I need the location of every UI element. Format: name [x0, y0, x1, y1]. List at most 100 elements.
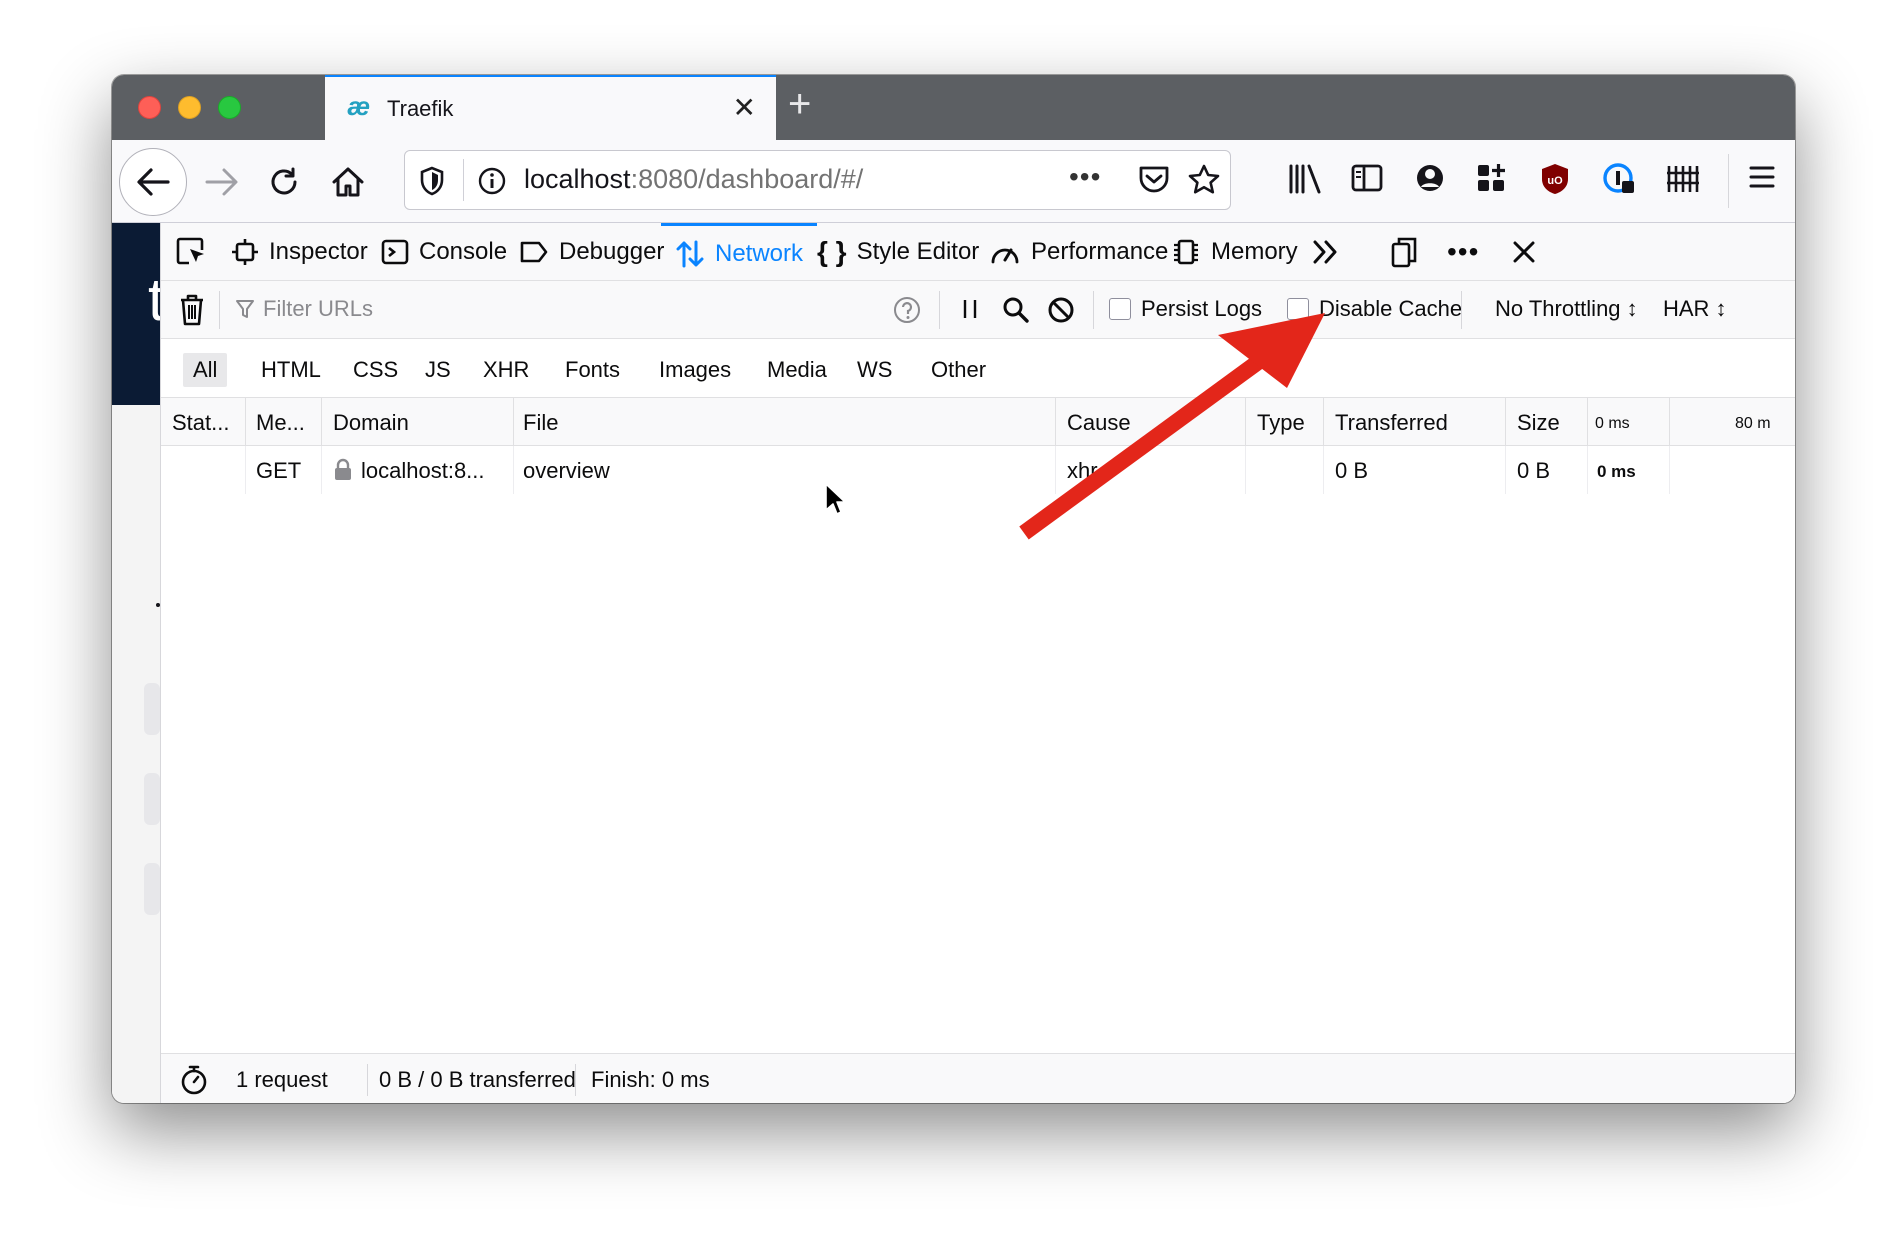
- tab-console-label: Console: [419, 238, 508, 265]
- throttling-select[interactable]: No Throttling ↕: [1495, 296, 1638, 322]
- help-icon[interactable]: [893, 296, 921, 324]
- filter-urls-input[interactable]: Filter URLs: [235, 296, 373, 322]
- tab-inspector[interactable]: Inspector: [231, 223, 368, 281]
- hamburger-menu-icon[interactable]: [1747, 162, 1777, 192]
- page-card: [144, 863, 160, 915]
- element-picker-button[interactable]: [175, 223, 209, 281]
- url-text[interactable]: localhost:8080/dashboard/#/: [524, 164, 863, 195]
- url-host: localhost: [524, 164, 631, 194]
- container-tabs-icon[interactable]: [1665, 162, 1701, 194]
- more-tools-button[interactable]: [1311, 223, 1341, 281]
- toolbar-separator: [1728, 154, 1729, 208]
- devtools-options-button[interactable]: •••: [1447, 223, 1479, 281]
- column-cause[interactable]: Cause: [1067, 410, 1131, 436]
- disable-cache-checkbox[interactable]: Disable Cache: [1287, 296, 1462, 322]
- pause-icon[interactable]: [959, 297, 981, 321]
- table-row[interactable]: GET localhost:8... overview xhr 0 B 0 B …: [161, 446, 1795, 494]
- filter-ws[interactable]: WS: [847, 353, 902, 387]
- clear-trash-icon[interactable]: [179, 294, 205, 326]
- onepassword-icon[interactable]: [1602, 162, 1636, 196]
- filter-js[interactable]: JS: [415, 353, 461, 387]
- dock-side-icon: [1391, 237, 1417, 268]
- tab-network[interactable]: Network: [661, 223, 818, 281]
- column-method[interactable]: Me...: [256, 410, 305, 436]
- tab-style-editor[interactable]: { } Style Editor: [817, 223, 979, 281]
- forward-button[interactable]: [202, 164, 242, 200]
- url-bar[interactable]: localhost:8080/dashboard/#/ •••: [404, 150, 1231, 210]
- column-divider[interactable]: [1587, 398, 1588, 446]
- column-domain[interactable]: Domain: [333, 410, 409, 436]
- persist-logs-label: Persist Logs: [1141, 296, 1263, 321]
- persist-logs-checkbox[interactable]: Persist Logs: [1109, 296, 1262, 322]
- tab-traefik[interactable]: æ Traefik ✕: [325, 75, 776, 140]
- column-divider[interactable]: [1055, 398, 1056, 446]
- filter-media[interactable]: Media: [757, 353, 837, 387]
- network-icon: [676, 240, 704, 267]
- page-actions-more-icon[interactable]: •••: [1069, 161, 1101, 193]
- filter-css[interactable]: CSS: [343, 353, 408, 387]
- column-divider[interactable]: [1505, 398, 1506, 446]
- tracking-protection-shield-icon[interactable]: [419, 166, 445, 196]
- column-divider[interactable]: [1245, 398, 1246, 446]
- tab-close-icon[interactable]: ✕: [733, 91, 756, 124]
- inspector-icon: [232, 239, 258, 265]
- reload-button[interactable]: [264, 162, 304, 202]
- filter-html[interactable]: HTML: [251, 353, 331, 387]
- browser-window: æ Traefik ✕ + localhost:8080/dashboard/#…: [112, 75, 1795, 1103]
- status-transferred: 0 B / 0 B transferred: [379, 1067, 576, 1092]
- filter-xhr[interactable]: XHR: [473, 353, 539, 387]
- element-picker-icon: [176, 237, 204, 265]
- filter-images[interactable]: Images: [649, 353, 741, 387]
- column-type[interactable]: Type: [1257, 410, 1305, 436]
- disable-cache-box[interactable]: [1287, 298, 1309, 320]
- row-divider: [245, 446, 246, 494]
- navigation-toolbar: localhost:8080/dashboard/#/ ••• uO: [112, 140, 1795, 223]
- filter-all[interactable]: All: [183, 353, 228, 387]
- sidebar-toggle-icon[interactable]: [1350, 162, 1384, 194]
- column-divider[interactable]: [321, 398, 322, 446]
- bookmark-star-icon[interactable]: [1187, 163, 1221, 197]
- ublock-origin-icon[interactable]: uO: [1540, 162, 1570, 196]
- back-arrow-icon: [137, 168, 170, 196]
- forward-arrow-icon: [205, 168, 238, 196]
- column-divider[interactable]: [245, 398, 246, 446]
- toolbar-separator: [219, 291, 220, 329]
- search-icon[interactable]: [1001, 295, 1031, 325]
- persist-logs-box[interactable]: [1109, 298, 1131, 320]
- column-status[interactable]: Stat...: [172, 410, 229, 436]
- memory-icon: [1174, 239, 1198, 265]
- tab-memory[interactable]: Memory: [1171, 223, 1298, 281]
- dock-side-button[interactable]: [1389, 223, 1419, 281]
- new-tab-button[interactable]: +: [788, 82, 811, 127]
- column-file[interactable]: File: [523, 410, 558, 436]
- tab-console[interactable]: Console: [381, 223, 507, 281]
- svg-text:uO: uO: [1547, 175, 1563, 187]
- performance-icon: [991, 248, 1019, 264]
- column-transferred[interactable]: Transferred: [1335, 410, 1448, 436]
- devtools-tab-bar: Inspector Console Debugger Network { } S…: [161, 223, 1795, 281]
- extensions-grid-icon[interactable]: [1475, 162, 1507, 194]
- cell-timing: 0 ms: [1597, 462, 1636, 481]
- column-divider[interactable]: [1323, 398, 1324, 446]
- block-requests-icon[interactable]: [1047, 296, 1075, 324]
- tab-performance[interactable]: Performance: [989, 223, 1168, 281]
- site-info-icon[interactable]: [477, 166, 507, 196]
- row-divider: [1587, 446, 1588, 494]
- back-button[interactable]: [119, 148, 187, 216]
- column-divider[interactable]: [513, 398, 514, 446]
- close-window-button[interactable]: [138, 96, 161, 119]
- filter-other[interactable]: Other: [921, 353, 996, 387]
- close-devtools-button[interactable]: [1511, 223, 1537, 281]
- account-icon[interactable]: [1414, 162, 1446, 194]
- library-icon[interactable]: [1287, 162, 1323, 196]
- zoom-window-button[interactable]: [218, 96, 241, 119]
- home-button[interactable]: [328, 162, 368, 202]
- pocket-icon[interactable]: [1137, 164, 1171, 196]
- traefik-favicon-icon: æ: [347, 91, 371, 121]
- filter-fonts[interactable]: Fonts: [555, 353, 630, 387]
- stopwatch-icon[interactable]: [179, 1064, 209, 1096]
- har-menu[interactable]: HAR ↕: [1663, 296, 1727, 322]
- minimize-window-button[interactable]: [178, 96, 201, 119]
- column-size[interactable]: Size: [1517, 410, 1560, 436]
- tab-debugger[interactable]: Debugger: [519, 223, 664, 281]
